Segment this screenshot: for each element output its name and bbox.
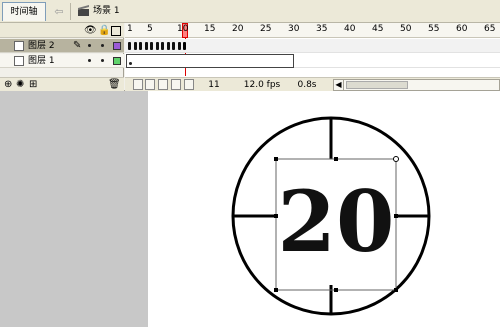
ruler-label: 45 [372, 24, 384, 34]
add-guide-layer-icon[interactable]: ✺ [16, 79, 24, 91]
ruler-label: 20 [232, 24, 244, 34]
keyframe[interactable] [128, 42, 131, 50]
timeline-panel: 👁 🔒 图层 2 ✎ 图层 1 ⊕ ✺ ⊞ 🗑 1 5 10 15 20 25 … [0, 23, 500, 91]
edit-multiple-frames-icon[interactable] [171, 79, 181, 90]
top-toolbar: 时间轴 ⇦ 场景 1 [0, 0, 500, 23]
keyframe[interactable] [183, 42, 186, 50]
layer-header: 👁 🔒 [0, 23, 124, 38]
stage[interactable]: 20 [148, 91, 500, 327]
countdown-number[interactable]: 20 [276, 175, 396, 269]
ruler-label: 65 [484, 24, 496, 34]
keyframe[interactable] [150, 42, 153, 50]
add-folder-icon[interactable]: ⊞ [29, 79, 37, 91]
layer-row[interactable]: 图层 2 ✎ [0, 39, 124, 53]
lock-icon[interactable]: 🔒 [98, 25, 110, 36]
ruler-label: 35 [316, 24, 328, 34]
back-arrow-icon[interactable]: ⇦ [51, 4, 67, 19]
scroll-thumb[interactable] [346, 81, 408, 89]
keyframe[interactable] [167, 42, 170, 50]
timeline-tab[interactable]: 时间轴 [2, 2, 46, 21]
visibility-dot[interactable] [88, 44, 91, 47]
ruler-label: 10 [177, 24, 189, 34]
frames-footer: 11 12.0 fps 0.8s ◀ [125, 77, 500, 91]
layer-color-box[interactable] [113, 42, 121, 50]
current-frame: 11 [208, 80, 220, 90]
onion-skin-icon[interactable] [145, 79, 155, 90]
layer-name: 图层 1 [28, 56, 55, 66]
keyframe[interactable] [134, 42, 137, 50]
scene-label[interactable]: 场景 1 [93, 4, 120, 18]
visibility-dot[interactable] [88, 59, 91, 62]
keyframe[interactable] [172, 42, 175, 50]
modify-markers-icon[interactable] [184, 79, 194, 90]
trash-icon[interactable]: 🗑 [108, 79, 121, 91]
ruler-label: 30 [288, 24, 300, 34]
ruler-label: 60 [456, 24, 468, 34]
ruler-label: 25 [260, 24, 272, 34]
scroll-left-icon[interactable]: ◀ [334, 80, 344, 90]
frame-ruler[interactable]: 1 5 10 15 20 25 30 35 40 45 50 55 60 65 [125, 23, 500, 38]
keyframe[interactable] [145, 42, 148, 50]
ruler-label: 55 [428, 24, 440, 34]
frames-area[interactable]: 1 5 10 15 20 25 30 35 40 45 50 55 60 65 [125, 23, 500, 91]
layer-icon [14, 56, 24, 66]
layer-row[interactable]: 图层 1 [0, 54, 124, 68]
lock-dot[interactable] [101, 59, 104, 62]
ruler-label: 50 [400, 24, 412, 34]
ruler-label: 40 [344, 24, 356, 34]
keyframe[interactable] [156, 42, 159, 50]
ruler-label: 15 [204, 24, 216, 34]
pasteboard [0, 91, 148, 327]
layer-footer: ⊕ ✺ ⊞ 🗑 [0, 77, 124, 91]
keyframe[interactable] [161, 42, 164, 50]
layer-color-box[interactable] [113, 57, 121, 65]
ruler-label: 5 [147, 24, 153, 34]
layer-icon [14, 41, 24, 51]
outline-square-icon[interactable] [111, 26, 121, 36]
horizontal-scrollbar[interactable]: ◀ [333, 79, 500, 91]
keyframe[interactable] [178, 42, 181, 50]
lock-dot[interactable] [101, 44, 104, 47]
center-frame-icon[interactable] [133, 79, 143, 90]
layer-panel: 👁 🔒 图层 2 ✎ 图层 1 ⊕ ✺ ⊞ 🗑 [0, 23, 124, 91]
pencil-icon: ✎ [73, 40, 82, 51]
frame-row[interactable] [125, 39, 500, 53]
clapperboard-icon [78, 5, 89, 16]
frame-span[interactable] [126, 54, 294, 68]
toolbar-divider [70, 3, 71, 20]
eye-icon[interactable]: 👁 [84, 25, 97, 36]
keyframe-dot[interactable] [129, 62, 132, 65]
frame-row[interactable] [125, 54, 500, 68]
frame-rate: 12.0 fps [243, 80, 281, 90]
ruler-label: 1 [127, 24, 133, 34]
add-layer-icon[interactable]: ⊕ [4, 79, 12, 91]
layer-name: 图层 2 [28, 41, 55, 51]
elapsed-time: 0.8s [297, 80, 317, 90]
onion-skin-outlines-icon[interactable] [158, 79, 168, 90]
keyframe[interactable] [139, 42, 142, 50]
